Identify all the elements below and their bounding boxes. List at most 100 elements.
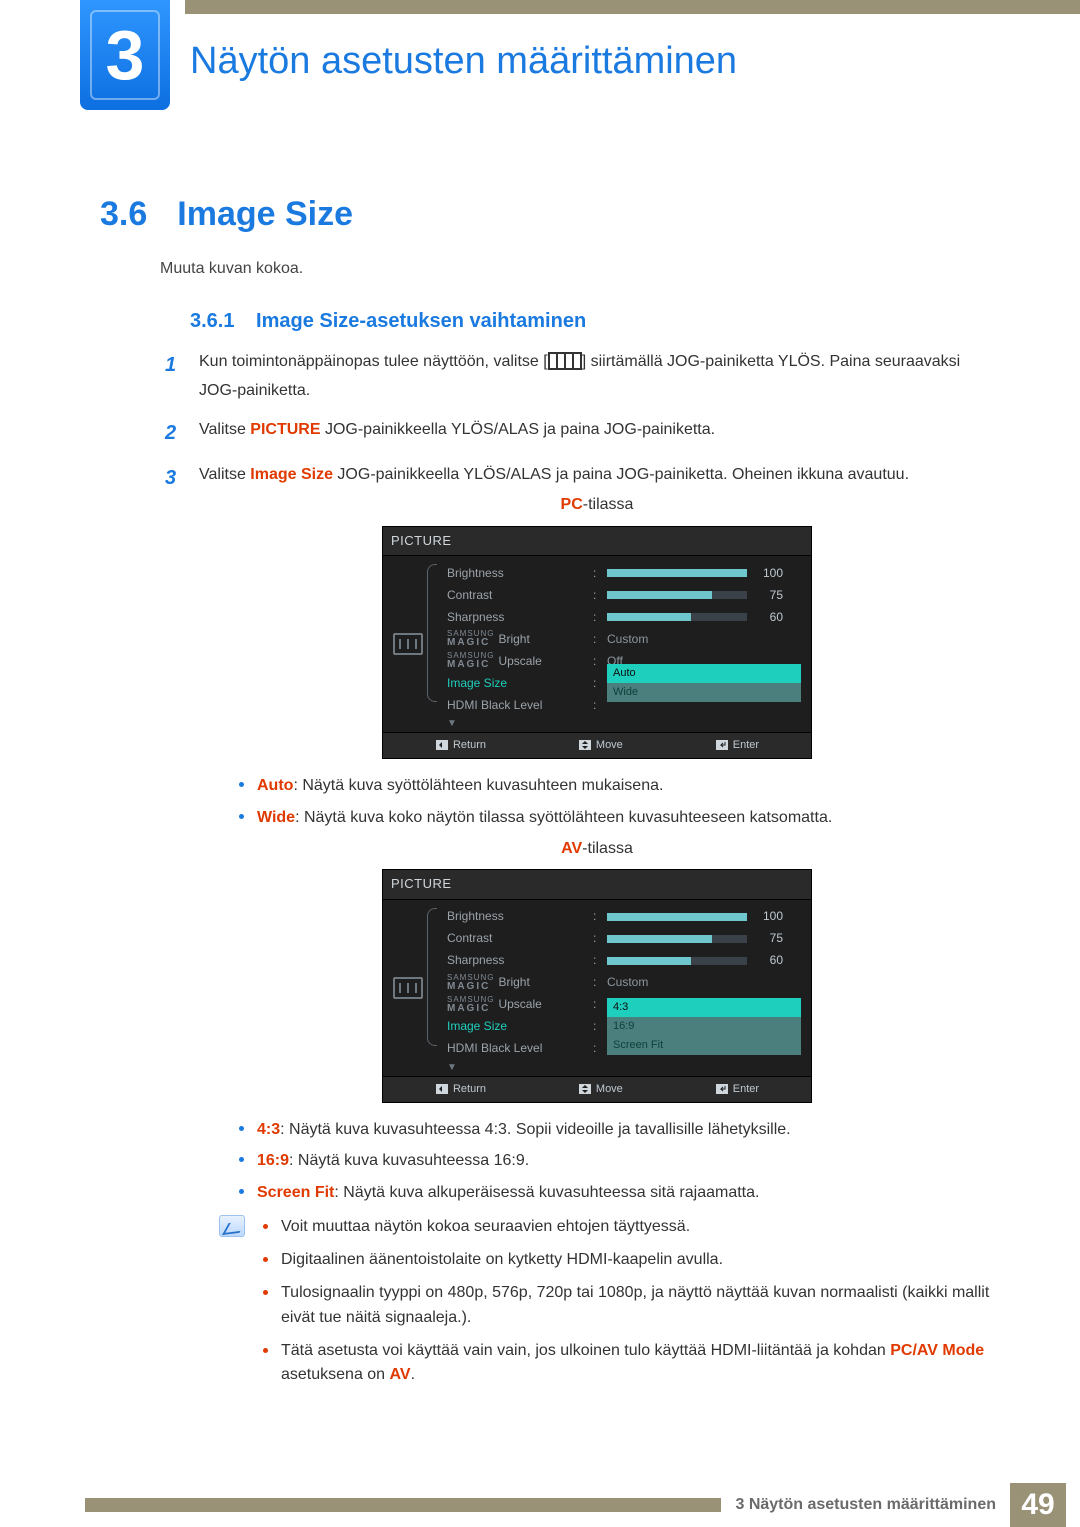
- note-text: asetuksena on: [281, 1366, 390, 1383]
- osd-row-image-size: Image Size:AutoWide: [437, 672, 801, 694]
- osd-footer: Return Move Enter: [383, 1076, 811, 1102]
- term-picture: PICTURE: [250, 421, 320, 438]
- section-heading: 3.6 Image Size: [100, 195, 353, 234]
- osd-option: Wide: [607, 683, 801, 702]
- osd-slider-fill: [607, 569, 747, 577]
- osd-value: 75: [753, 586, 783, 605]
- osd-row-contrast: Contrast:75: [437, 584, 801, 606]
- osd-footer-return: Return: [435, 737, 486, 754]
- mode-suffix: -tilassa: [583, 496, 634, 513]
- osd-value: 100: [753, 907, 783, 926]
- menu-icon-bracket: [548, 352, 582, 379]
- term-image-size: Image Size: [250, 466, 333, 483]
- bullet-term: Auto: [257, 777, 293, 794]
- osd-label: Brightness: [447, 907, 587, 926]
- osd-label: Sharpness: [447, 951, 587, 970]
- step-text: JOG-painikkeella YLÖS/ALAS ja paina JOG-…: [333, 466, 909, 483]
- osd-footer-move: Move: [578, 1081, 623, 1098]
- section-title: Image Size: [177, 195, 353, 234]
- enter-icon: [715, 739, 729, 751]
- osd-row-sharpness: Sharpness:60: [437, 606, 801, 628]
- samsung-magic-logo: SAMSUNGMAGIC: [447, 996, 494, 1014]
- note-icon: [219, 1215, 245, 1237]
- bullet-text: : Näytä kuva syöttölähteen kuvasuhteen m…: [293, 777, 663, 794]
- note-text: Tätä asetusta voi käyttää vain vain, jos…: [281, 1342, 890, 1359]
- page-footer: 3 Näytön asetusten määrittäminen 49: [0, 1483, 1080, 1527]
- osd-slider: [607, 935, 747, 943]
- bullet-text: : Näytä kuva kuvasuhteessa 4:3. Sopii vi…: [280, 1121, 790, 1138]
- section-intro: Muuta kuvan kokoa.: [160, 260, 303, 278]
- osd-scroll-down-arrow-icon: ▼: [437, 1060, 801, 1074]
- osd-slider: [607, 913, 747, 921]
- osd-footer-return: Return: [435, 1081, 486, 1098]
- av-mode-label: AV-tilassa: [199, 837, 995, 862]
- list-item: Auto: Näytä kuva syöttölähteen kuvasuhte…: [239, 773, 995, 799]
- osd-label: SAMSUNGMAGICUpscale: [447, 652, 587, 671]
- osd-slider-fill: [607, 613, 691, 621]
- step-text: Kun toimintonäppäinopas tulee näyttöön, …: [199, 353, 548, 370]
- bullet-text: : Näytä kuva kuvasuhteessa 16:9.: [289, 1152, 529, 1169]
- step-3: 3 Valitse Image Size JOG-painikkeella YL…: [165, 463, 995, 1397]
- osd-label: Contrast: [447, 586, 587, 605]
- pc-bullet-list: Auto: Näytä kuva syöttölähteen kuvasuhte…: [199, 773, 995, 830]
- list-item: 4:3: Näytä kuva kuvasuhteessa 4:3. Sopii…: [239, 1117, 995, 1143]
- note-text: .: [411, 1366, 415, 1383]
- osd-screenshot-pc: PICTURE Brightness:100 Contrast:75 Sharp…: [199, 526, 995, 759]
- chapter-number: 3: [90, 10, 160, 100]
- osd-option: 16:9: [607, 1017, 801, 1036]
- osd-label: Brightness: [447, 564, 587, 583]
- samsung-magic-logo: SAMSUNGMAGIC: [447, 630, 494, 648]
- chapter-tab: 3: [80, 0, 170, 110]
- osd-option-selected: Auto: [607, 664, 801, 683]
- subsection-title: Image Size-asetuksen vaihtaminen: [256, 310, 586, 332]
- osd-row-brightness: Brightness:100: [437, 562, 801, 584]
- osd-value: 60: [753, 608, 783, 627]
- osd-rows: Brightness:100 Contrast:75 Sharpness:60 …: [433, 556, 811, 732]
- note-term: PC/AV Mode: [890, 1342, 984, 1359]
- pc-mode-label: PC-tilassa: [199, 493, 995, 518]
- osd-label: SAMSUNGMAGICBright: [447, 973, 587, 992]
- step-number: 3: [165, 463, 181, 1397]
- return-icon: [435, 739, 449, 751]
- list-item: Tulosignaalin tyyppi on 480p, 576p, 720p…: [263, 1281, 995, 1331]
- step-number: 1: [165, 350, 181, 404]
- osd-row-sharpness: Sharpness:60: [437, 950, 801, 972]
- osd-value: 100: [753, 564, 783, 583]
- list-item: Screen Fit: Näytä kuva alkuperäisessä ku…: [239, 1180, 995, 1206]
- osd-body: Brightness:100 Contrast:75 Sharpness:60 …: [383, 900, 811, 1076]
- note-text: Digitaalinen äänentoistolaite on kytkett…: [281, 1251, 723, 1268]
- step-1: 1 Kun toimintonäppäinopas tulee näyttöön…: [165, 350, 995, 404]
- osd-label: Sharpness: [447, 608, 587, 627]
- picture-category-icon: [393, 633, 423, 655]
- osd-label: Contrast: [447, 929, 587, 948]
- osd-category-icon-col: [383, 556, 433, 732]
- osd-value: Custom: [607, 630, 801, 649]
- osd-row-magic-bright: SAMSUNGMAGICBright:Custom: [437, 972, 801, 994]
- osd-slider: [607, 591, 747, 599]
- move-icon: [578, 1083, 592, 1095]
- osd-slider: [607, 569, 747, 577]
- osd-slider-fill: [607, 913, 747, 921]
- osd-title: PICTURE: [383, 870, 811, 899]
- osd-screenshot-av: PICTURE Brightness:100 Contrast:75 Sharp…: [199, 869, 995, 1102]
- osd-slider: [607, 957, 747, 965]
- step-body: Kun toimintonäppäinopas tulee näyttöön, …: [199, 350, 995, 404]
- top-accent-stripe: [185, 0, 1080, 14]
- osd-scroll-down-arrow-icon: ▼: [437, 716, 801, 730]
- mode-prefix: PC: [561, 496, 583, 513]
- step-body: Valitse Image Size JOG-painikkeella YLÖS…: [199, 463, 995, 1397]
- osd-panel: PICTURE Brightness:100 Contrast:75 Sharp…: [382, 526, 812, 759]
- osd-row-image-size: Image Size:4:316:9Screen Fit: [437, 1016, 801, 1038]
- move-icon: [578, 739, 592, 751]
- picture-category-icon: [393, 977, 423, 999]
- subsection-number: 3.6.1: [190, 310, 234, 332]
- osd-label: HDMI Black Level: [447, 1039, 587, 1058]
- step-2: 2 Valitse PICTURE JOG-painikkeella YLÖS/…: [165, 418, 995, 449]
- osd-option: Screen Fit: [607, 1036, 801, 1055]
- osd-slider-fill: [607, 591, 712, 599]
- osd-label: SAMSUNGMAGICBright: [447, 630, 587, 649]
- osd-footer-enter: Enter: [715, 737, 759, 754]
- osd-slider-fill: [607, 935, 712, 943]
- page: { "chapter": { "number": "3", "title": "…: [0, 0, 1080, 1527]
- list-item: 16:9: Näytä kuva kuvasuhteessa 16:9.: [239, 1148, 995, 1174]
